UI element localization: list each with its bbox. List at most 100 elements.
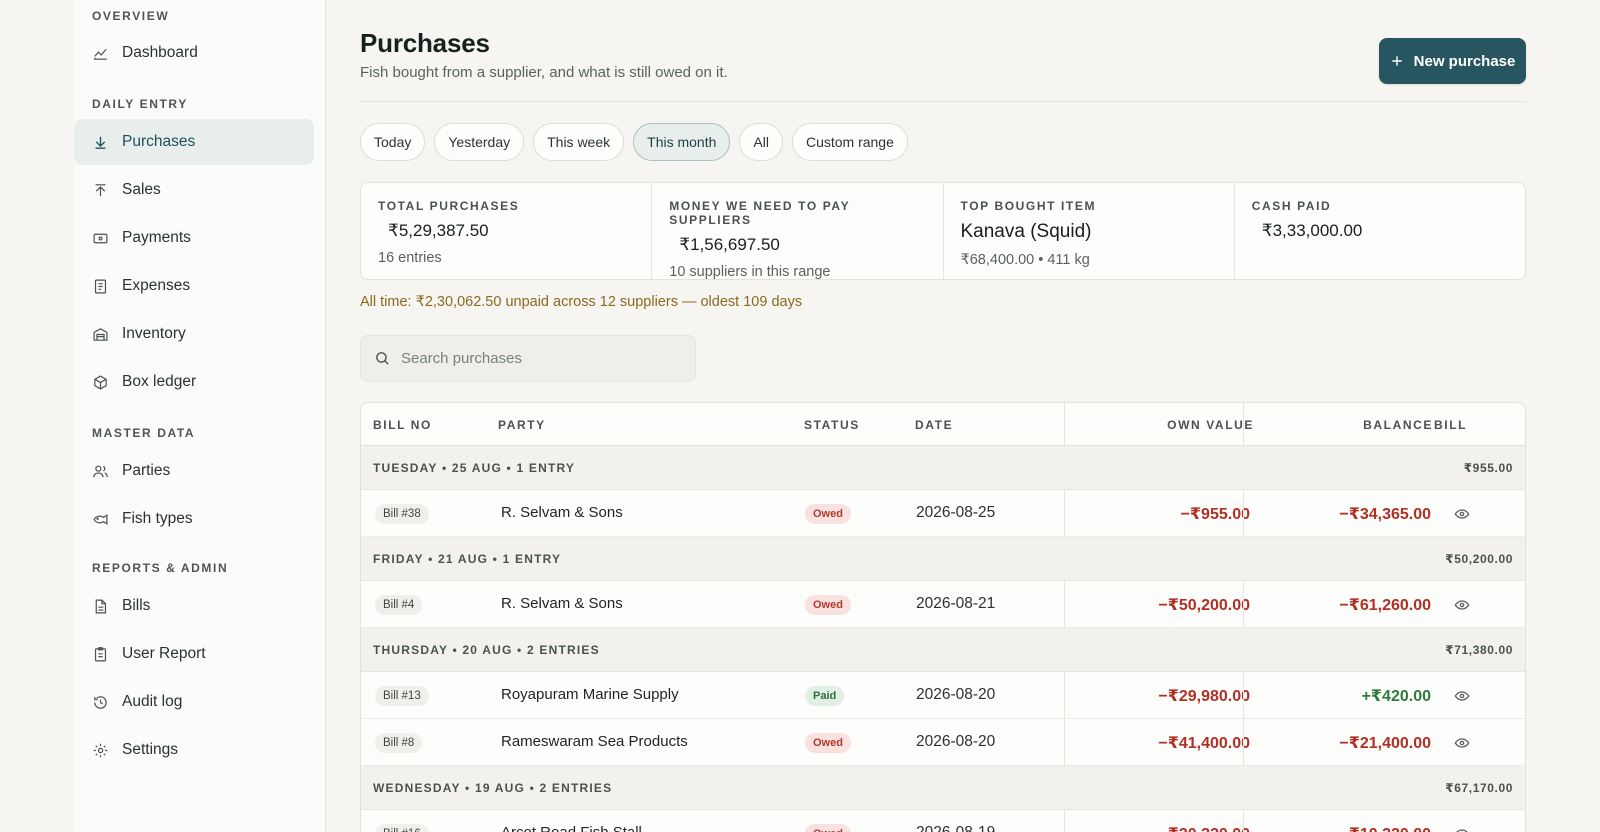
sidebar-item-label: Expenses <box>122 277 191 294</box>
stat-value: Kanava (Squid) <box>960 221 1092 242</box>
view-bill-eye-icon[interactable] <box>1454 506 1470 522</box>
date-group-header: WEDNESDAY • 19 AUG • 2 ENTRIES ₹67,170.0… <box>361 766 1525 810</box>
row-date: 2026-08-20 <box>916 686 996 703</box>
card-icon <box>91 229 109 247</box>
stat-value: ₹3,33,000.00 <box>1261 221 1363 240</box>
new-purchase-button[interactable]: New purchase <box>1379 38 1526 84</box>
stat-sub: 16 entries <box>378 250 442 266</box>
warehouse-icon <box>91 325 109 343</box>
sidebar-item-settings[interactable]: Settings <box>74 727 314 773</box>
column-divider <box>1064 719 1065 765</box>
search-icon <box>376 352 389 365</box>
balance-value: −₹21,400.00 <box>1339 735 1431 752</box>
sidebar-item-fish-types[interactable]: Fish types <box>74 496 314 542</box>
column-header-party[interactable]: PARTY <box>498 418 546 432</box>
view-bill-eye-icon[interactable] <box>1454 597 1470 613</box>
main-content: Purchases Fish bought from a supplier, a… <box>360 0 1526 832</box>
sidebar-item-parties[interactable]: Parties <box>74 448 314 494</box>
column-header-status[interactable]: STATUS <box>804 418 860 432</box>
row-date: 2026-08-20 <box>916 733 996 750</box>
sidebar-item-label: Bills <box>122 597 151 614</box>
table-header: BILL NO PARTY STATUS DATE OWN VALUE BALA… <box>361 403 1525 446</box>
date-filter-bar: Today Yesterday This week This month All… <box>360 123 908 161</box>
group-total: ₹67,170.00 <box>1445 781 1513 795</box>
sidebar-item-label: Audit log <box>122 693 183 710</box>
group-label: TUESDAY • 25 AUG • 1 ENTRY <box>373 461 576 475</box>
bill-number-chip: Bill #4 <box>375 595 423 615</box>
bill-number-chip: Bill #16 <box>375 824 429 832</box>
column-divider <box>1064 403 1065 445</box>
row-date: 2026-08-21 <box>916 595 996 612</box>
filter-custom-range[interactable]: Custom range <box>791 123 908 161</box>
table-row[interactable]: Bill #38 R. Selvam & Sons Owed 2026-08-2… <box>361 490 1525 537</box>
filter-this-month[interactable]: This month <box>633 123 731 161</box>
sidebar-item-label: Settings <box>122 741 179 758</box>
group-label: FRIDAY • 21 AUG • 1 ENTRY <box>373 552 562 566</box>
filter-today[interactable]: Today <box>360 123 426 161</box>
stat-top-item: TOP BOUGHT ITEM Kanava (Squid) ₹68,400.0… <box>944 183 1235 279</box>
sidebar-item-payments[interactable]: Payments <box>74 215 314 261</box>
view-bill-eye-icon[interactable] <box>1454 735 1470 751</box>
filter-this-week[interactable]: This week <box>533 123 625 161</box>
sidebar-item-sales[interactable]: Sales <box>74 167 314 213</box>
stat-cash-paid: CASH PAID ₹3,33,000.00 <box>1235 183 1525 279</box>
sidebar-item-expenses[interactable]: Expenses <box>74 263 314 309</box>
column-divider <box>1243 581 1244 627</box>
filter-all[interactable]: All <box>739 123 783 161</box>
column-divider <box>1064 490 1065 536</box>
view-bill-eye-icon[interactable] <box>1454 826 1470 832</box>
page-title: Purchases <box>360 28 490 58</box>
date-group-header: TUESDAY • 25 AUG • 1 ENTRY ₹955.00 <box>361 446 1525 490</box>
date-group-header: FRIDAY • 21 AUG • 1 ENTRY ₹50,200.00 <box>361 537 1525 581</box>
column-divider <box>1243 672 1244 718</box>
sidebar-item-audit-log[interactable]: Audit log <box>74 679 314 725</box>
fish-icon <box>91 510 109 528</box>
sidebar-item-box-ledger[interactable]: Box ledger <box>74 359 314 405</box>
table-row[interactable]: Bill #13 Royapuram Marine Supply Paid 20… <box>361 672 1525 719</box>
balance-value: −₹10,320.00 <box>1339 824 1431 832</box>
party-name: Rameswaram Sea Products <box>501 733 688 750</box>
table-row[interactable]: Bill #8 Rameswaram Sea Products Owed 202… <box>361 719 1525 766</box>
filter-yesterday[interactable]: Yesterday <box>434 123 525 161</box>
stat-sub: 10 suppliers in this range <box>669 264 831 280</box>
column-header-own-value[interactable]: OWN VALUE <box>1167 418 1254 432</box>
sidebar-item-label: Dashboard <box>122 44 198 61</box>
party-name: R. Selvam & Sons <box>501 504 623 521</box>
own-value: −₹29,980.00 <box>1158 688 1250 705</box>
sidebar-item-purchases[interactable]: Purchases <box>74 119 314 165</box>
sidebar-item-label: User Report <box>122 645 206 662</box>
sidebar-item-dashboard[interactable]: Dashboard <box>74 30 314 76</box>
plus-icon <box>1391 56 1402 66</box>
bill-number-chip: Bill #38 <box>375 504 429 524</box>
column-header-balance[interactable]: BALANCE <box>1363 418 1433 432</box>
column-divider <box>1243 719 1244 765</box>
section-label-daily-entry: DAILY ENTRY <box>92 97 188 111</box>
search-input[interactable] <box>401 350 681 367</box>
table-row[interactable]: Bill #16 Arcot Road Fish Stall Owed 2026… <box>361 810 1525 832</box>
sidebar-item-user-report[interactable]: User Report <box>74 631 314 677</box>
stat-label: TOTAL PURCHASES <box>378 199 520 213</box>
purchases-table: BILL NO PARTY STATUS DATE OWN VALUE BALA… <box>360 402 1526 832</box>
column-header-bill-no[interactable]: BILL NO <box>373 418 432 432</box>
search-box <box>360 335 696 382</box>
date-group-header: THURSDAY • 20 AUG • 2 ENTRIES ₹71,380.00 <box>361 628 1525 672</box>
receipt-icon <box>91 277 109 295</box>
sidebar-item-bills[interactable]: Bills <box>74 583 314 629</box>
status-badge: Owed <box>805 824 851 832</box>
sidebar-item-label: Inventory <box>122 325 186 342</box>
sidebar-item-label: Parties <box>122 462 171 479</box>
stat-label: TOP BOUGHT ITEM <box>960 199 1097 213</box>
balance-value: −₹34,365.00 <box>1339 506 1431 523</box>
users-icon <box>91 462 109 480</box>
new-purchase-label: New purchase <box>1413 52 1516 70</box>
stat-label: CASH PAID <box>1251 199 1332 213</box>
chart-icon <box>91 44 109 62</box>
sidebar-item-label: Purchases <box>122 133 196 150</box>
table-row[interactable]: Bill #4 R. Selvam & Sons Owed 2026-08-21… <box>361 581 1525 628</box>
own-value: −₹955.00 <box>1180 506 1250 523</box>
sidebar-item-inventory[interactable]: Inventory <box>74 311 314 357</box>
stat-total-purchases: TOTAL PURCHASES ₹5,29,387.50 16 entries <box>361 183 653 279</box>
column-header-date[interactable]: DATE <box>915 418 953 432</box>
clipboard-icon <box>91 645 109 663</box>
view-bill-eye-icon[interactable] <box>1454 688 1470 704</box>
